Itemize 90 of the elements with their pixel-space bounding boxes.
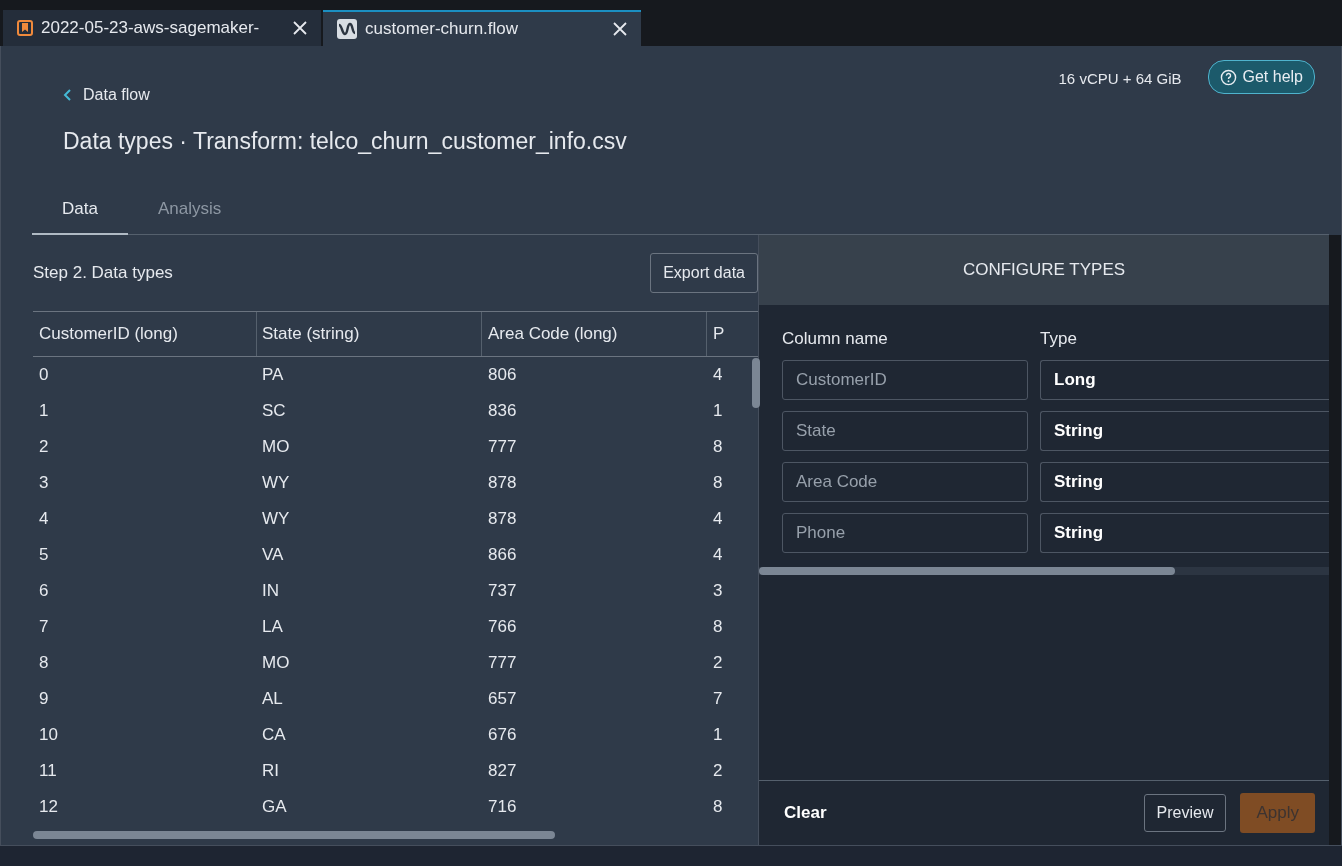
table-cell-text: 806	[487, 365, 518, 385]
column-name-field[interactable]: Phone	[782, 513, 1028, 553]
table-cell-text: PA	[261, 365, 285, 385]
chevron-left-icon[interactable]	[63, 89, 71, 101]
table-cell-text: 0	[38, 365, 50, 385]
table-cell-text: MO	[261, 653, 291, 673]
table-cell-text: 657	[487, 689, 518, 709]
page-title: Data types · Transform: telco_churn_customer_info.csv	[63, 128, 628, 155]
export-data-button[interactable]: Export data	[650, 253, 758, 293]
table-cell-text: MO	[261, 437, 291, 457]
table-cell-text: AL	[261, 689, 284, 709]
table-cell-text: 777	[487, 653, 518, 673]
tab-label: customer-churn.flow	[365, 19, 520, 39]
wave-icon	[337, 19, 357, 39]
close-icon[interactable]	[613, 22, 627, 36]
table-cell-text: 11	[38, 761, 58, 781]
table-cell-text: 1	[38, 401, 50, 421]
clear-button[interactable]: Clear	[784, 803, 827, 823]
column-header[interactable]: P	[707, 312, 729, 356]
file-tab[interactable]: 2022-05-23-aws-sagemaker-	[3, 10, 321, 46]
column-name-field[interactable]: CustomerID	[782, 360, 1028, 400]
view-tab[interactable]: Analysis	[127, 191, 252, 234]
table-cell-text: 8	[712, 617, 724, 637]
table-cell-text: 3	[38, 473, 50, 493]
table-cell-text: 2	[712, 653, 724, 673]
table-cell-text: 737	[487, 581, 518, 601]
table-cell-text: 866	[487, 545, 518, 565]
table-cell-text: VA	[261, 545, 285, 565]
scrollbar-thumb[interactable]	[752, 358, 760, 408]
table-cell-text: IN	[261, 581, 280, 601]
scrollbar-thumb[interactable]	[33, 831, 555, 839]
get-help-button[interactable]: Get help	[1207, 60, 1315, 94]
bookmark-icon	[17, 20, 33, 36]
table-cell-text: 8	[712, 797, 724, 817]
table-cell-text: 7	[38, 617, 50, 637]
help-icon	[1219, 68, 1237, 86]
resource-label: 16 vCPU + 64 GiB	[1058, 70, 1182, 87]
column-label: Type	[1040, 329, 1078, 349]
view-tab[interactable]: Data	[32, 191, 128, 235]
table-cell-text: 766	[487, 617, 518, 637]
scrollbar-thumb[interactable]	[759, 567, 1175, 575]
table-cell-text: 4	[38, 509, 50, 529]
table-cell-text: 12	[38, 797, 59, 817]
table-cell-text: 8	[38, 653, 50, 673]
table-cell-text: 777	[487, 437, 518, 457]
file-tab[interactable]: customer-churn.flow	[323, 10, 641, 46]
table-cell-text: SC	[261, 401, 287, 421]
table-cell-text: RI	[261, 761, 280, 781]
type-select[interactable]: String	[1040, 513, 1330, 553]
table-cell-text: 8	[712, 473, 724, 493]
table-cell-text: 4	[712, 509, 724, 529]
table-cell-text: 2	[712, 761, 724, 781]
table-cell-text: 827	[487, 761, 518, 781]
column-label: Column name	[782, 329, 889, 349]
table-cell-text: WY	[261, 509, 291, 529]
table-cell-text: LA	[261, 617, 284, 637]
table-cell-text: 716	[487, 797, 518, 817]
table-cell-text: 10	[38, 725, 59, 745]
table-cell-text: 9	[38, 689, 50, 709]
table-cell-text: 4	[712, 365, 724, 385]
table-cell-text: GA	[261, 797, 288, 817]
table-cell-text: 4	[712, 545, 724, 565]
table-cell-text: 1	[712, 725, 724, 745]
table-cell-text: 836	[487, 401, 518, 421]
breadcrumb-link[interactable]: Data flow	[83, 86, 150, 104]
table-cell-text: 6	[38, 581, 50, 601]
table-cell-text: 676	[487, 725, 518, 745]
table-cell-text: 878	[487, 473, 518, 493]
step-title: Step 2. Data types	[33, 263, 173, 283]
table-cell-text: 8	[712, 437, 724, 457]
type-select[interactable]: String	[1040, 462, 1330, 502]
column-header[interactable]: State (string)	[257, 312, 482, 356]
tab-label: 2022-05-23-aws-sagemaker-	[41, 18, 261, 38]
table-cell-text: 3	[712, 581, 724, 601]
table-cell-text: CA	[261, 725, 287, 745]
column-name-field[interactable]: Area Code	[782, 462, 1028, 502]
table-cell-text: WY	[261, 473, 291, 493]
table-cell-text: 5	[38, 545, 50, 565]
type-select[interactable]: String	[1040, 411, 1330, 451]
column-header[interactable]: Area Code (long)	[482, 312, 707, 356]
table-cell-text: 2	[38, 437, 50, 457]
preview-button[interactable]: Preview	[1143, 794, 1227, 832]
panel-title: CONFIGURE TYPES	[962, 260, 1126, 280]
table-cell-text: 1	[712, 401, 724, 421]
column-name-field[interactable]: State	[782, 411, 1028, 451]
type-select[interactable]: Long	[1040, 360, 1330, 400]
column-header[interactable]: CustomerID (long)	[33, 312, 257, 356]
table-cell-text: 878	[487, 509, 518, 529]
table-cell-text: 7	[712, 689, 724, 709]
close-icon[interactable]	[293, 21, 307, 35]
